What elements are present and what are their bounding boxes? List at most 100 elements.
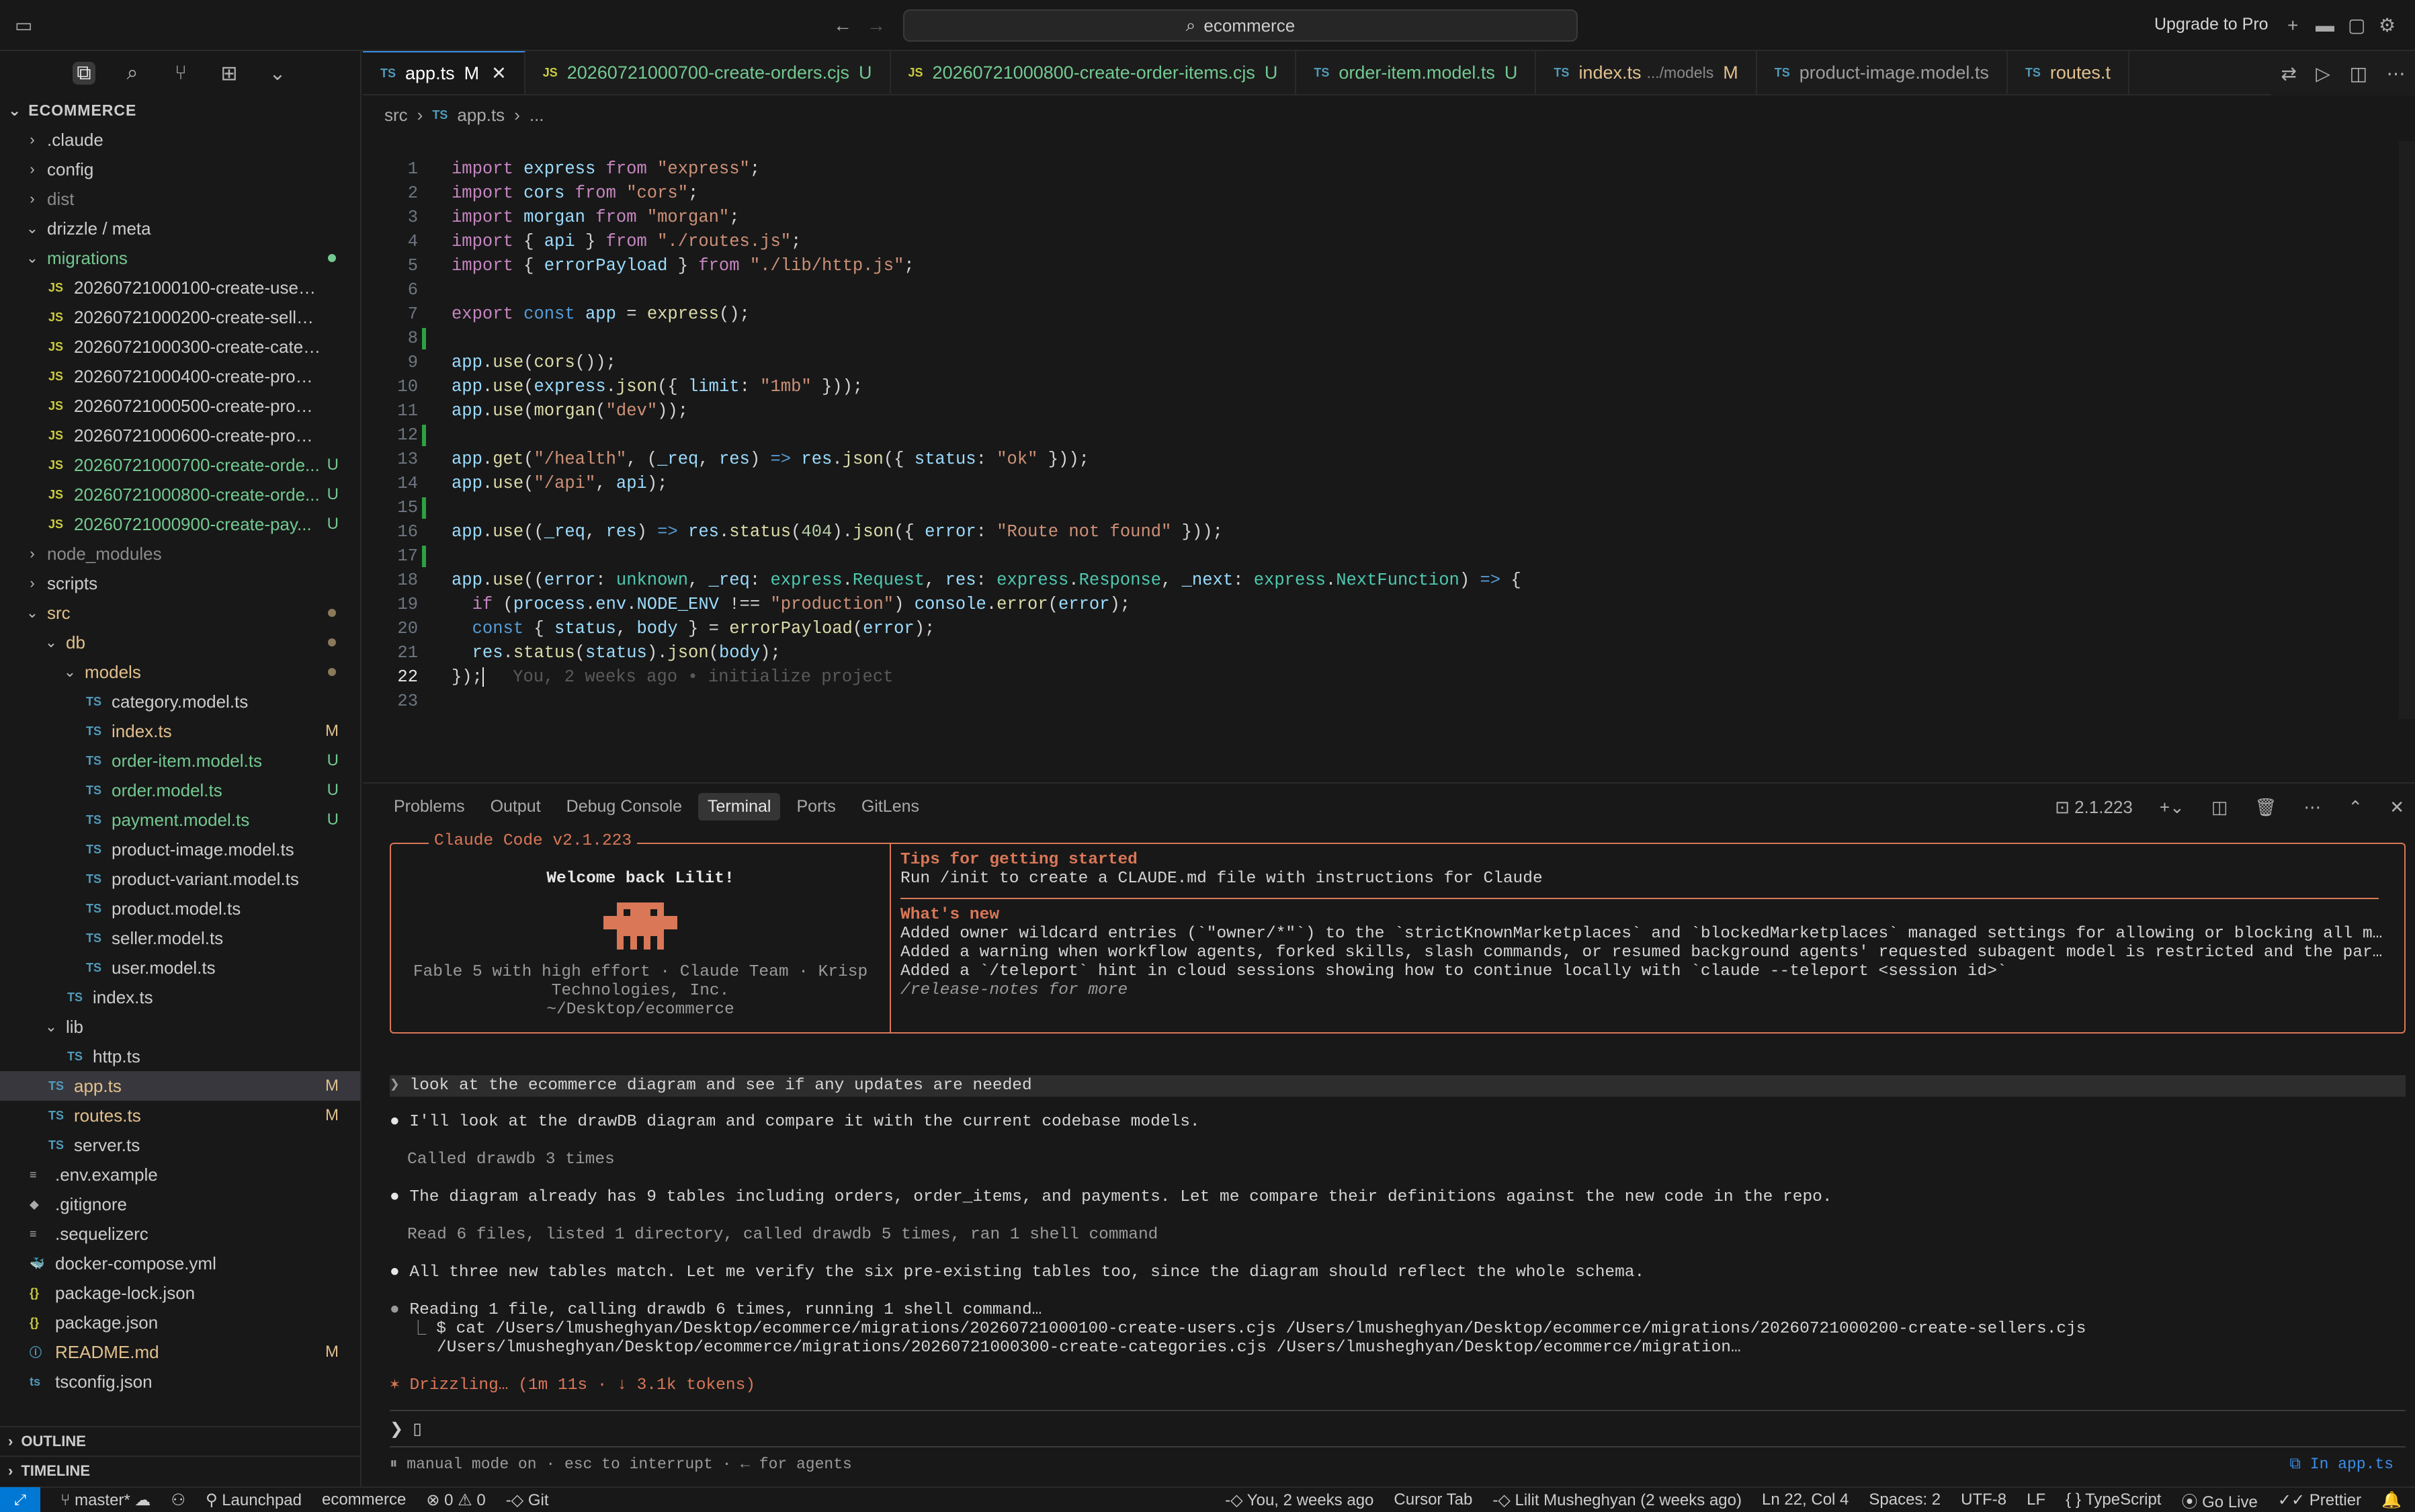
tree-file[interactable]: TS order-item.model.ts U bbox=[0, 746, 360, 775]
panel-tab-problems[interactable]: Problems bbox=[384, 793, 474, 821]
more-icon[interactable]: ⋯ bbox=[2303, 797, 2321, 818]
maximize-panel-icon[interactable]: ⌃ bbox=[2348, 797, 2363, 818]
editor-tab[interactable]: JS 20260721000700-create-orders.cjs U bbox=[525, 51, 891, 94]
tree-file[interactable]: TS product-variant.model.ts bbox=[0, 864, 360, 894]
tree-file[interactable]: ≡ .sequelizerc bbox=[0, 1219, 360, 1249]
chevron-down-icon[interactable]: ⌄ bbox=[266, 62, 289, 85]
run-icon[interactable]: ▷ bbox=[2316, 62, 2330, 85]
outline-section[interactable]: › OUTLINE bbox=[0, 1426, 362, 1456]
forward-arrow-icon[interactable]: → bbox=[867, 16, 886, 35]
timeline-section[interactable]: › TIMELINE bbox=[0, 1456, 362, 1485]
tree-file[interactable]: JS 20260721000700-create-orde... U bbox=[0, 450, 360, 480]
explorer-root[interactable]: ⌄ ECOMMERCE bbox=[0, 95, 360, 125]
tree-file[interactable]: TS server.ts bbox=[0, 1130, 360, 1160]
tree-file[interactable]: TS payment.model.ts U bbox=[0, 805, 360, 835]
new-terminal-icon[interactable]: +⌄ bbox=[2160, 797, 2185, 818]
bell-icon[interactable]: 🔔 bbox=[2381, 1490, 2402, 1510]
back-arrow-icon[interactable]: ← bbox=[833, 16, 852, 35]
minimap[interactable] bbox=[2399, 141, 2415, 719]
terminal-instance[interactable]: ⊡ 2.1.223 bbox=[2055, 797, 2133, 818]
tree-folder[interactable]: ⌄ drizzle / meta bbox=[0, 214, 360, 243]
tree-folder[interactable]: ⌄ src bbox=[0, 598, 360, 628]
tree-folder[interactable]: ⌄ migrations bbox=[0, 243, 360, 273]
files-icon[interactable]: ⧉ bbox=[73, 62, 95, 85]
close-panel-icon[interactable]: ✕ bbox=[2389, 797, 2404, 818]
tree-file[interactable]: ◆ .gitignore bbox=[0, 1189, 360, 1219]
tree-file[interactable]: TS http.ts bbox=[0, 1042, 360, 1071]
tree-folder[interactable]: › dist bbox=[0, 184, 360, 214]
panel-tab-terminal[interactable]: Terminal bbox=[698, 793, 781, 821]
editor-tab[interactable]: TS product-image.model.ts bbox=[1757, 51, 2008, 94]
plus-icon[interactable]: + bbox=[2287, 16, 2298, 35]
upgrade-button[interactable]: Upgrade to Pro bbox=[2154, 15, 2269, 34]
tree-folder[interactable]: ⌄ lib bbox=[0, 1012, 360, 1042]
tree-file[interactable]: JS 20260721000200-create-sellers.cjs bbox=[0, 302, 360, 332]
tree-file[interactable]: TS index.ts M bbox=[0, 716, 360, 746]
git-status[interactable]: -◇ Git bbox=[506, 1490, 549, 1510]
terminal[interactable]: Claude Code v2.1.223 Welcome back Lilit!… bbox=[390, 832, 2406, 1395]
indentation[interactable]: Spaces: 2 bbox=[1869, 1490, 1941, 1509]
editor-tab[interactable]: TS order-item.model.ts U bbox=[1296, 51, 1537, 94]
problems-count[interactable]: ⊗ 0 ⚠ 0 bbox=[426, 1490, 485, 1510]
tree-file[interactable]: TS seller.model.ts bbox=[0, 923, 360, 953]
end-of-line[interactable]: LF bbox=[2027, 1490, 2045, 1509]
tree-file[interactable]: 🐳 docker-compose.yml bbox=[0, 1249, 360, 1278]
go-live[interactable]: ⦿ Go Live bbox=[2181, 1488, 2257, 1512]
cursor-tab[interactable]: Cursor Tab bbox=[1394, 1490, 1472, 1509]
tree-file[interactable]: JS 20260721000400-create-products.... bbox=[0, 362, 360, 391]
tree-folder[interactable]: › .claude bbox=[0, 125, 360, 155]
breadcrumb-item[interactable]: app.ts bbox=[457, 105, 505, 126]
panel-tab-ports[interactable]: Ports bbox=[787, 793, 845, 821]
tree-file[interactable]: TS product-image.model.ts bbox=[0, 835, 360, 864]
tree-file[interactable]: ts tsconfig.json bbox=[0, 1367, 360, 1396]
tree-file[interactable]: JS 20260721000600-create-product-i... bbox=[0, 421, 360, 450]
copilot-icon[interactable]: ⚇ bbox=[171, 1490, 185, 1510]
panel-tab-output[interactable]: Output bbox=[481, 793, 550, 821]
prettier[interactable]: ✓✓ Prettier bbox=[2278, 1490, 2361, 1510]
panel-tab-debug-console[interactable]: Debug Console bbox=[557, 793, 691, 821]
tree-file[interactable]: JS 20260721000300-create-categorie... bbox=[0, 332, 360, 362]
editor-tab[interactable]: TS app.ts M ✕ bbox=[363, 51, 525, 94]
cursor-position[interactable]: Ln 22, Col 4 bbox=[1762, 1490, 1849, 1509]
prompt-input[interactable]: ❯ ▯ bbox=[390, 1410, 2406, 1447]
split-terminal-icon[interactable]: ◫ bbox=[2211, 797, 2228, 818]
layout-icon[interactable]: ▬ bbox=[2316, 16, 2334, 35]
breadcrumb-item[interactable]: ... bbox=[529, 105, 544, 126]
breadcrumb-item[interactable]: src bbox=[384, 105, 408, 126]
toggle-sidebar-icon[interactable]: ▭ bbox=[15, 16, 32, 35]
tree-file[interactable]: TS order.model.ts U bbox=[0, 775, 360, 805]
language-mode[interactable]: { } TypeScript bbox=[2066, 1490, 2161, 1509]
launchpad[interactable]: ⚲ Launchpad bbox=[206, 1490, 302, 1510]
tree-folder[interactable]: ⌄ models bbox=[0, 657, 360, 687]
panel-tab-gitlens[interactable]: GitLens bbox=[852, 793, 929, 821]
tree-file[interactable]: TS user.model.ts bbox=[0, 953, 360, 982]
remote-icon[interactable]: ⤢ bbox=[0, 1487, 40, 1512]
tree-file[interactable]: TS index.ts bbox=[0, 982, 360, 1012]
tree-file[interactable]: JS 20260721000800-create-orde... U bbox=[0, 480, 360, 509]
tree-folder[interactable]: › node_modules bbox=[0, 539, 360, 569]
tree-folder[interactable]: ⌄ db bbox=[0, 628, 360, 657]
tree-file[interactable]: TS category.model.ts bbox=[0, 687, 360, 716]
editor-tab[interactable]: TS index.ts .../models M bbox=[1536, 51, 1757, 94]
search-view-icon[interactable]: ⌕ bbox=[121, 62, 144, 85]
tree-file[interactable]: {} package.json bbox=[0, 1308, 360, 1337]
tree-file[interactable]: {} package-lock.json bbox=[0, 1278, 360, 1308]
tree-file[interactable]: ≡ .env.example bbox=[0, 1160, 360, 1189]
git-branch[interactable]: ⑂ master* ☁ bbox=[60, 1490, 151, 1510]
tree-file[interactable]: TS routes.ts M bbox=[0, 1101, 360, 1130]
more-actions-icon[interactable]: ⋯ bbox=[2387, 62, 2406, 85]
author-status[interactable]: -◇ Lilit Musheghyan (2 weeks ago) bbox=[1492, 1490, 1742, 1510]
compare-icon[interactable]: ⇄ bbox=[2281, 62, 2296, 85]
blame-status[interactable]: -◇ You, 2 weeks ago bbox=[1225, 1490, 1373, 1510]
tree-file[interactable]: ⓘ README.md M bbox=[0, 1337, 360, 1367]
editor-tab[interactable]: JS 20260721000800-create-order-items.cjs U bbox=[891, 51, 1297, 94]
code-editor[interactable]: 1 import express from "express"; 2 import … bbox=[363, 157, 2399, 722]
split-editor-icon[interactable]: ◫ bbox=[2350, 62, 2367, 85]
tree-folder[interactable]: › scripts bbox=[0, 569, 360, 598]
extensions-icon[interactable]: ⊞ bbox=[218, 62, 241, 85]
tree-file[interactable]: TS product.model.ts bbox=[0, 894, 360, 923]
gear-icon[interactable]: ⚙ bbox=[2379, 16, 2396, 35]
trash-icon[interactable]: 🗑 bbox=[2254, 797, 2277, 818]
tree-folder[interactable]: › config bbox=[0, 155, 360, 184]
command-center-search[interactable]: ⌕ ecommerce bbox=[903, 9, 1578, 42]
